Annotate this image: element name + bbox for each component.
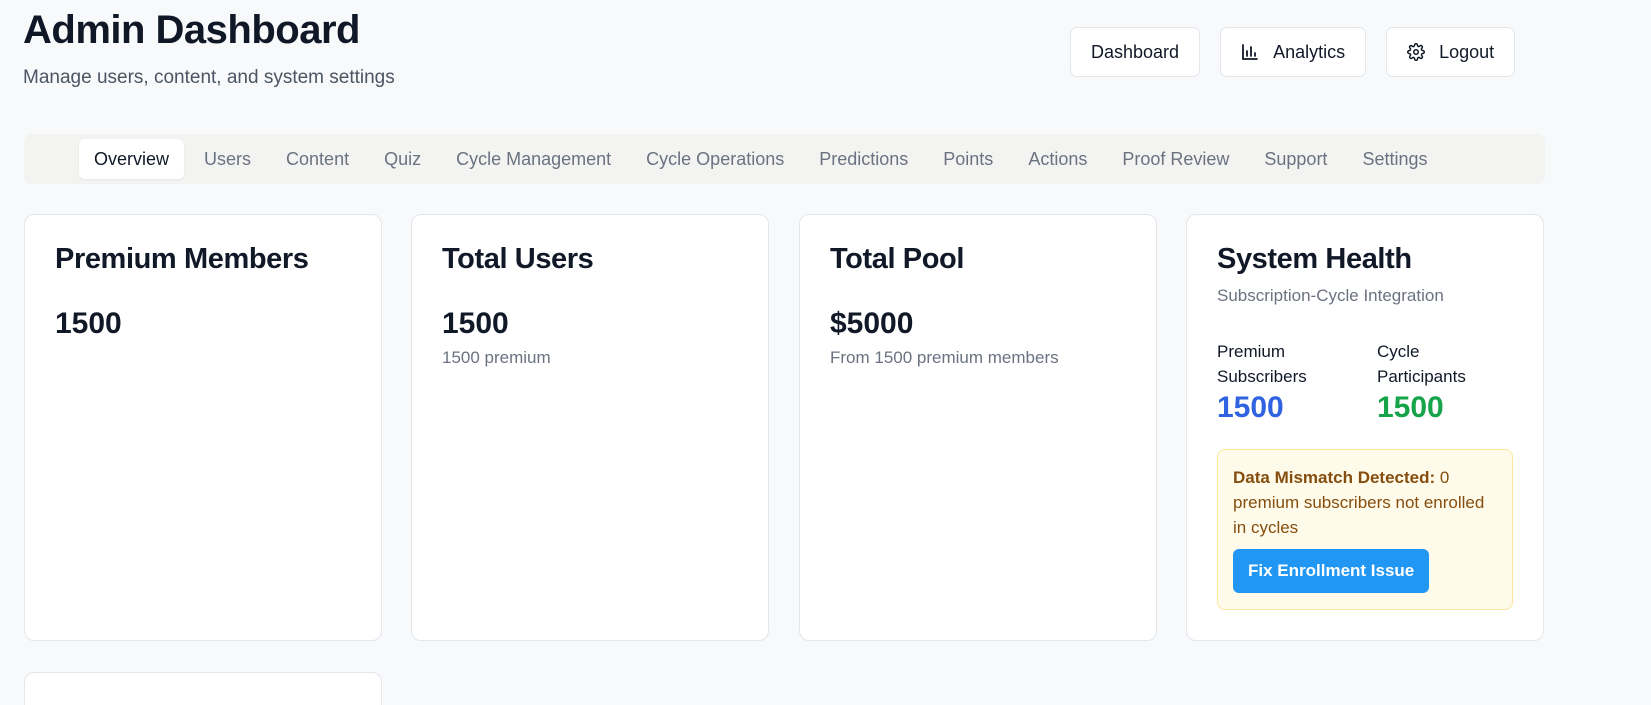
tab-actions[interactable]: Actions xyxy=(1013,139,1102,179)
premium-members-card: Premium Members 1500 xyxy=(24,214,382,641)
card-title: Total Users xyxy=(442,243,594,275)
card-subtext: From 1500 premium members xyxy=(830,348,1059,367)
gear-icon xyxy=(1407,43,1426,61)
card-value: 1500 xyxy=(442,307,509,340)
card-value: $5000 xyxy=(830,307,914,340)
alert-heading: Data Mismatch Detected: xyxy=(1233,468,1436,487)
alert-text: Data Mismatch Detected: 0 premium subscr… xyxy=(1233,465,1497,540)
tab-quiz[interactable]: Quiz xyxy=(369,139,436,179)
metric-label: Cycle Participants xyxy=(1377,339,1527,389)
page-subtitle: Manage users, content, and system settin… xyxy=(23,67,395,88)
cycle-participants-metric: Cycle Participants 1500 xyxy=(1377,339,1527,425)
top-actions: Dashboard Analytics Logout xyxy=(1070,27,1516,77)
tab-users[interactable]: Users xyxy=(189,139,266,179)
metric-label-line: Participants xyxy=(1377,367,1466,386)
tab-cycle-operations[interactable]: Cycle Operations xyxy=(631,139,799,179)
metric-value: 1500 xyxy=(1377,391,1444,424)
admin-dashboard-page: Admin Dashboard Manage users, content, a… xyxy=(0,0,1651,705)
analytics-button[interactable]: Analytics xyxy=(1220,27,1367,77)
tab-overview[interactable]: Overview xyxy=(79,139,185,179)
metric-label: Premium Subscribers xyxy=(1217,339,1367,389)
tab-bar: Overview Users Content Quiz Cycle Manage… xyxy=(24,134,1545,184)
tab-support[interactable]: Support xyxy=(1249,139,1342,179)
card-subtitle: Subscription-Cycle Integration xyxy=(1217,286,1444,305)
total-pool-card: Total Pool $5000 From 1500 premium membe… xyxy=(799,214,1157,641)
bar-chart-icon xyxy=(1241,43,1259,61)
analytics-button-label: Analytics xyxy=(1273,41,1346,62)
metric-label-line: Cycle xyxy=(1377,342,1420,361)
card-subtext: 1500 premium xyxy=(442,348,551,367)
system-health-card: System Health Subscription-Cycle Integra… xyxy=(1186,214,1544,641)
metric-label-line: Subscribers xyxy=(1217,367,1307,386)
fix-enrollment-button[interactable]: Fix Enrollment Issue xyxy=(1233,549,1430,593)
tab-predictions[interactable]: Predictions xyxy=(804,139,923,179)
premium-subscribers-metric: Premium Subscribers 1500 xyxy=(1217,339,1367,425)
tab-points[interactable]: Points xyxy=(928,139,1008,179)
tab-proof-review[interactable]: Proof Review xyxy=(1107,139,1244,179)
card-title: System Health xyxy=(1217,243,1412,275)
logout-button-label: Logout xyxy=(1439,41,1495,62)
dashboard-button[interactable]: Dashboard xyxy=(1070,27,1201,77)
tab-cycle-management[interactable]: Cycle Management xyxy=(441,139,626,179)
metric-value: 1500 xyxy=(1217,391,1284,424)
partial-card xyxy=(24,672,382,705)
data-mismatch-alert: Data Mismatch Detected: 0 premium subscr… xyxy=(1217,449,1513,610)
card-value: 1500 xyxy=(55,307,122,340)
logout-button[interactable]: Logout xyxy=(1386,27,1516,77)
tab-content[interactable]: Content xyxy=(271,139,364,179)
metric-label-line: Premium xyxy=(1217,342,1286,361)
tab-settings[interactable]: Settings xyxy=(1347,139,1442,179)
card-title: Premium Members xyxy=(55,243,309,275)
page-title: Admin Dashboard xyxy=(23,8,360,52)
total-users-card: Total Users 1500 1500 premium xyxy=(411,214,769,641)
card-title: Total Pool xyxy=(830,243,965,275)
dashboard-button-label: Dashboard xyxy=(1091,41,1180,62)
